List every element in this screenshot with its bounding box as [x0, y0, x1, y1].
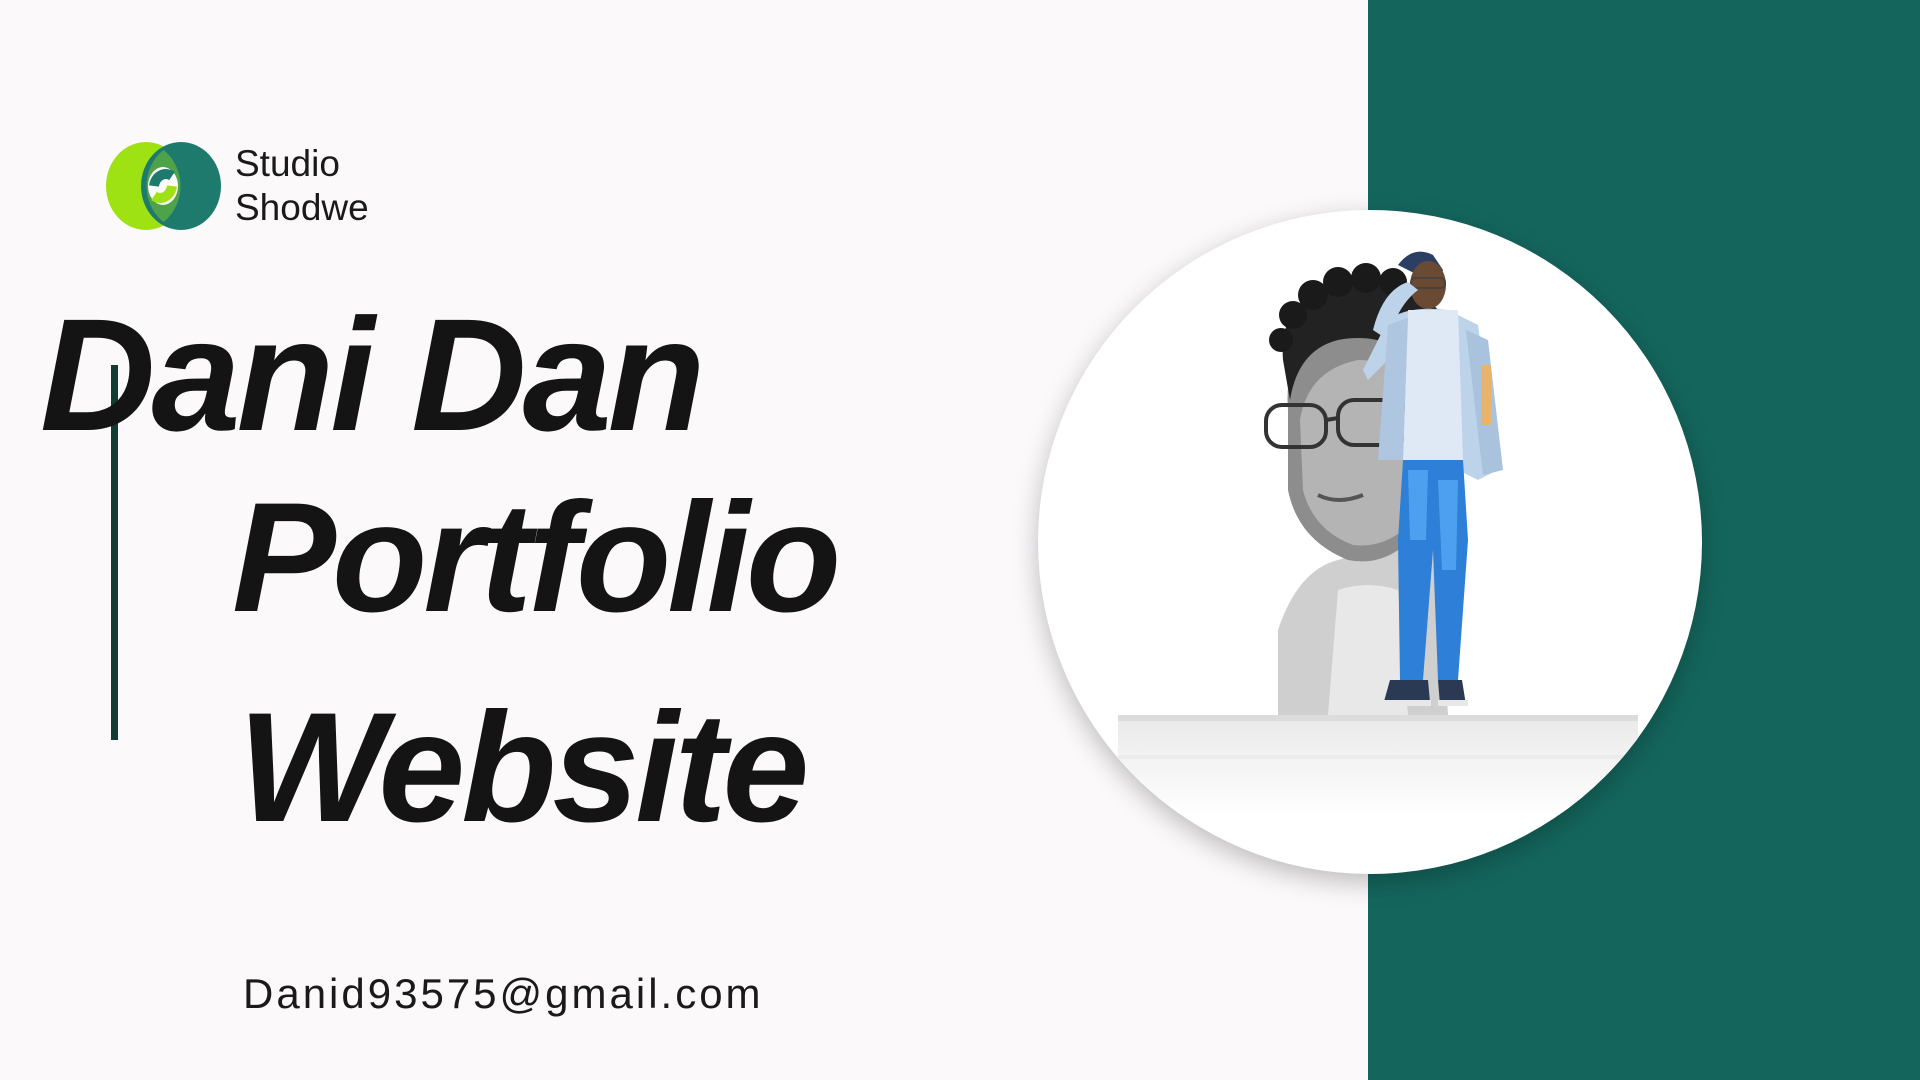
profile-photo-circle — [1038, 210, 1702, 874]
hero-name: Dani Dan — [40, 285, 705, 464]
brand-name-line-1: Studio — [235, 143, 340, 184]
brand-name-line-2: Shodwe — [235, 187, 369, 228]
hero-title-website: Website — [238, 681, 809, 855]
interlocking-rings-logo-icon — [106, 140, 221, 232]
portrait-photo-illustration — [1118, 251, 1638, 815]
contact-email: Danid93575@gmail.com — [243, 970, 764, 1017]
brand-name: Studio Shodwe — [235, 142, 369, 230]
hero-title-portfolio: Portfolio — [232, 471, 841, 645]
